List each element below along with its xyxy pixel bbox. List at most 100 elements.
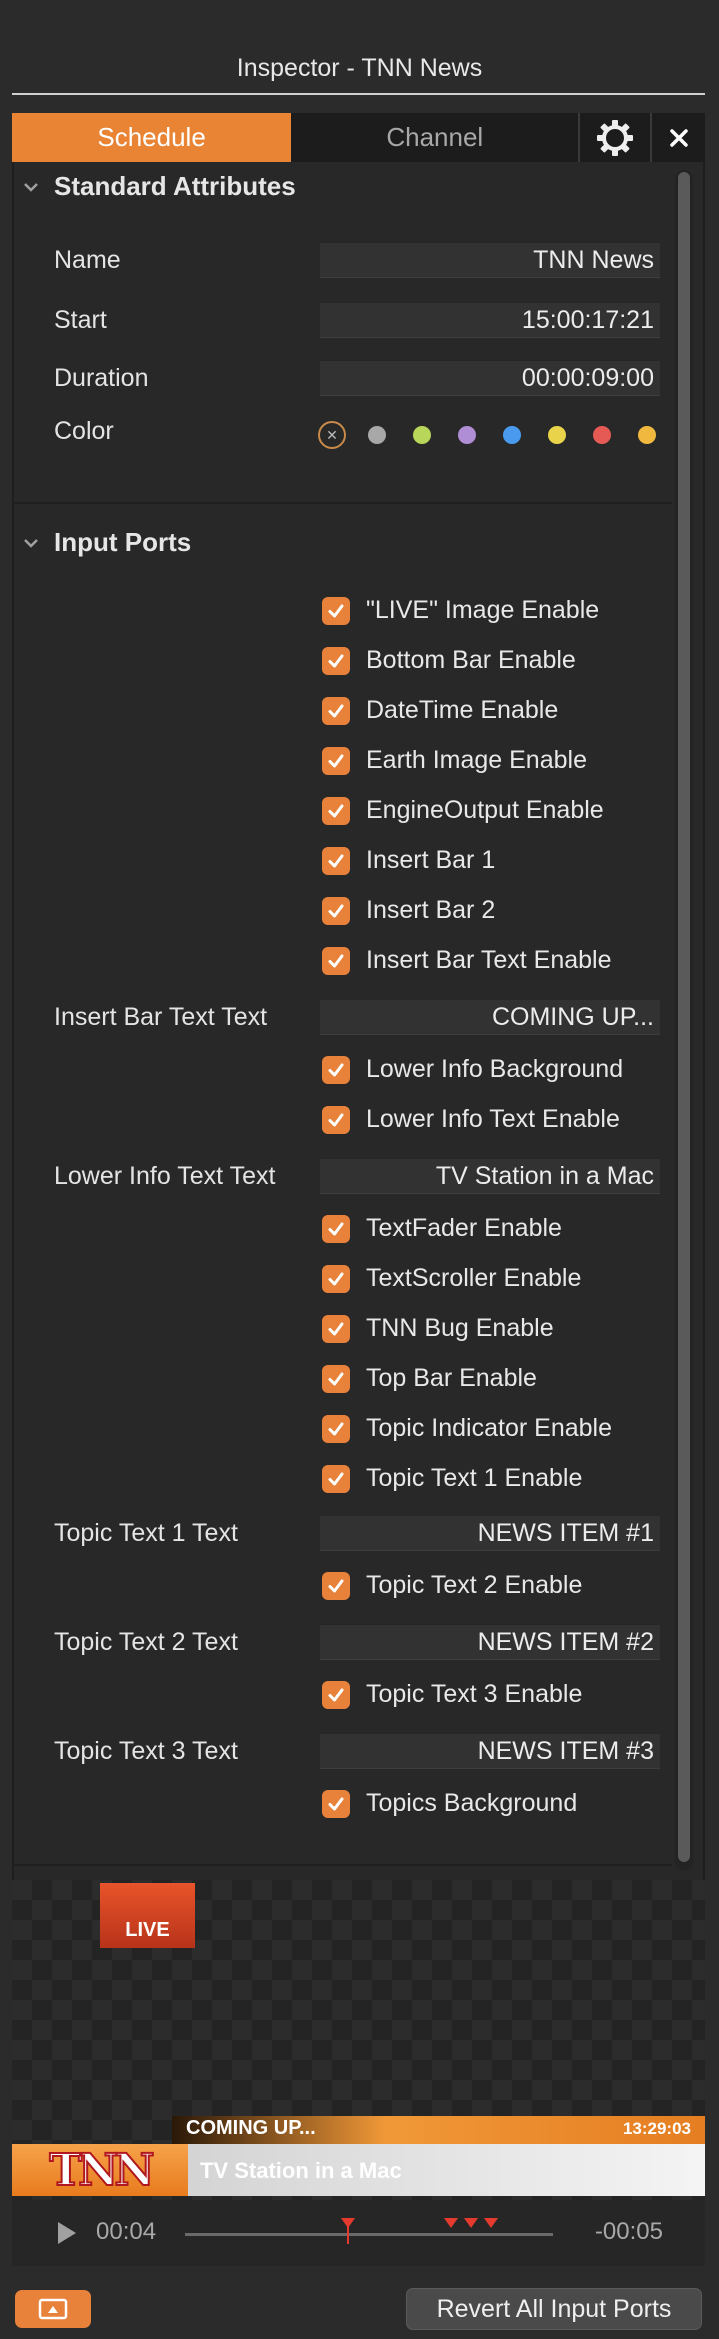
section-title: Input Ports: [54, 527, 192, 557]
settings-button[interactable]: [580, 113, 650, 162]
checkbox-topic-text-1-enable[interactable]: Topic Text 1 Enable: [322, 1464, 582, 1493]
checkbox-topics-background[interactable]: Topics Background: [322, 1789, 577, 1818]
checkbox-lower-info-text-enable[interactable]: Lower Info Text Enable: [322, 1105, 620, 1134]
insert-bar-text-field[interactable]: COMING UP...: [320, 999, 660, 1035]
checkbox-label: Insert Bar 1: [366, 846, 496, 874]
duration-label: Duration: [54, 364, 149, 392]
revert-all-input-ports-button[interactable]: Revert All Input Ports: [406, 2288, 702, 2330]
color-swatch-purple[interactable]: [458, 426, 476, 444]
color-swatch-blue[interactable]: [503, 426, 521, 444]
color-swatch-green[interactable]: [413, 426, 431, 444]
checkbox-topic-text-2-enable[interactable]: Topic Text 2 Enable: [322, 1571, 582, 1600]
timeline-track[interactable]: [185, 2233, 553, 2236]
checkbox-textscroller-enable[interactable]: TextScroller Enable: [322, 1264, 581, 1293]
checkmark-icon[interactable]: [322, 696, 350, 725]
checkmark-icon[interactable]: [322, 1789, 350, 1818]
close-button[interactable]: [652, 113, 705, 162]
checkmark-icon[interactable]: [322, 596, 350, 625]
checkbox-label: Earth Image Enable: [366, 746, 587, 774]
color-label: Color: [54, 417, 114, 445]
checkbox-label: Topics Background: [366, 1789, 578, 1817]
name-field[interactable]: TNN News: [320, 242, 660, 278]
tab-channel[interactable]: Channel: [291, 113, 578, 162]
checkbox-topic-indicator-enable[interactable]: Topic Indicator Enable: [322, 1414, 612, 1443]
checkmark-icon[interactable]: [322, 1680, 350, 1709]
topic-text-1-field[interactable]: NEWS ITEM #1: [320, 1515, 660, 1551]
checkmark-icon[interactable]: [322, 1105, 350, 1134]
checkbox-lower-info-background[interactable]: Lower Info Background: [322, 1055, 623, 1084]
current-time: 00:04: [96, 2218, 157, 2245]
remaining-time: -00:05: [594, 2218, 663, 2245]
checkbox-engineoutput-enable[interactable]: EngineOutput Enable: [322, 796, 604, 825]
checkmark-icon[interactable]: [322, 1055, 350, 1084]
cue-marker-icon[interactable]: [484, 2218, 498, 2230]
checkmark-icon[interactable]: [322, 1364, 350, 1393]
play-icon[interactable]: [58, 2222, 76, 2244]
checkbox-label: Topic Indicator Enable: [366, 1414, 612, 1442]
color-swatch-yellow[interactable]: [548, 426, 566, 444]
checkbox-insert-bar-text-enable[interactable]: Insert Bar Text Enable: [322, 946, 612, 975]
close-icon: [669, 128, 688, 147]
checkbox-label: Bottom Bar Enable: [366, 646, 576, 674]
tab-schedule[interactable]: Schedule: [12, 113, 292, 162]
title-bar: Inspector - TNN News: [0, 0, 719, 95]
checkbox-bottom-bar-enable[interactable]: Bottom Bar Enable: [322, 646, 576, 675]
cue-marker-icon[interactable]: [464, 2218, 478, 2230]
checkbox-label: Top Bar Enable: [366, 1364, 537, 1392]
checkbox-topic-text-3-enable[interactable]: Topic Text 3 Enable: [322, 1680, 582, 1709]
live-badge: LIVE: [100, 1883, 195, 1948]
checkbox-earth-image-enable[interactable]: Earth Image Enable: [322, 746, 587, 775]
duration-field[interactable]: 00:00:09:00: [320, 360, 660, 396]
checkbox-tnn-bug-enable[interactable]: TNN Bug Enable: [322, 1314, 554, 1343]
topic-text-2-label: Topic Text 2 Text: [54, 1628, 238, 1656]
color-swatch-orange[interactable]: [638, 426, 656, 444]
checkmark-icon[interactable]: [322, 1314, 350, 1343]
lower-info-text-field[interactable]: TV Station in a Mac: [320, 1158, 660, 1194]
checkbox-label: TextFader Enable: [366, 1214, 562, 1242]
section-title: Standard Attributes: [54, 171, 296, 201]
color-swatch-gray[interactable]: [368, 426, 386, 444]
checkbox-label: Insert Bar 2: [366, 896, 496, 924]
checkmark-icon[interactable]: [322, 1571, 350, 1600]
checkbox-datetime-enable[interactable]: DateTime Enable: [322, 696, 558, 725]
playhead-marker-icon[interactable]: [341, 2218, 355, 2244]
checkmark-icon[interactable]: [322, 746, 350, 775]
checkmark-icon[interactable]: [322, 1414, 350, 1443]
checkbox-textfader-enable[interactable]: TextFader Enable: [322, 1214, 562, 1243]
topic-text-3-field[interactable]: NEWS ITEM #3: [320, 1733, 660, 1769]
checkmark-icon[interactable]: [322, 1214, 350, 1243]
checkmark-icon[interactable]: [322, 1464, 350, 1493]
checkbox-label: Insert Bar Text Enable: [366, 946, 612, 974]
topic-text-3-label: Topic Text 3 Text: [54, 1737, 238, 1765]
chevron-down-icon: [24, 182, 38, 192]
color-none-swatch[interactable]: ✕: [318, 421, 346, 449]
insert-bar-text-label: Insert Bar Text Text: [54, 1003, 268, 1031]
checkmark-icon[interactable]: [322, 896, 350, 925]
checkmark-icon[interactable]: [322, 796, 350, 825]
input-ports-header[interactable]: Input Ports: [20, 527, 191, 558]
color-swatch-red[interactable]: [593, 426, 611, 444]
checkmark-icon[interactable]: [322, 646, 350, 675]
tnn-logo: TNN: [12, 2144, 188, 2197]
checkbox-label: Topic Text 2 Enable: [366, 1571, 583, 1599]
start-field[interactable]: 15:00:17:21: [320, 302, 660, 338]
section-divider: [12, 1864, 672, 1866]
checkmark-icon[interactable]: [322, 846, 350, 875]
cue-marker-icon[interactable]: [444, 2218, 458, 2230]
preview-output-button[interactable]: [15, 2290, 91, 2328]
chevron-down-icon: [24, 538, 38, 548]
topic-text-2-field[interactable]: NEWS ITEM #2: [320, 1624, 660, 1660]
checkbox-live-image-enable[interactable]: "LIVE" Image Enable: [322, 596, 599, 625]
checkmark-icon[interactable]: [322, 1264, 350, 1293]
checkmark-icon[interactable]: [322, 946, 350, 975]
checkbox-label: Topic Text 1 Enable: [366, 1464, 583, 1492]
tnn-logo-text: TNN: [48, 2144, 155, 2197]
checkbox-insert-bar-1[interactable]: Insert Bar 1: [322, 846, 495, 875]
lower-info-text: TV Station in a Mac: [200, 2158, 402, 2183]
name-label: Name: [54, 246, 121, 274]
topic-text-1-label: Topic Text 1 Text: [54, 1519, 238, 1547]
standard-attributes-header[interactable]: Standard Attributes: [20, 171, 296, 202]
checkbox-label: TNN Bug Enable: [366, 1314, 554, 1342]
checkbox-insert-bar-2[interactable]: Insert Bar 2: [322, 896, 495, 925]
checkbox-top-bar-enable[interactable]: Top Bar Enable: [322, 1364, 537, 1393]
